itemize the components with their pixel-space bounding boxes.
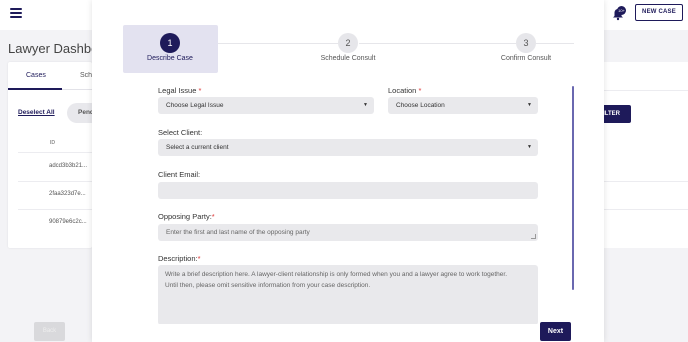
resize-handle[interactable]	[531, 234, 536, 239]
new-case-modal: 1 Describe Case 2 Schedule Consult 3 Con…	[92, 0, 604, 342]
page-title: Lawyer Dashboard	[8, 41, 92, 56]
row-divider	[18, 209, 92, 210]
tab-bar: Cases Sche	[8, 62, 92, 90]
legal-issue-value: Choose Legal Issue	[166, 102, 224, 109]
row-divider	[18, 181, 92, 182]
step-2-circle: 2	[338, 33, 358, 53]
legal-issue-label: Legal Issue *	[158, 86, 202, 95]
cases-card: Cases Sche Deselect All Pend ID adcd3b3b…	[8, 62, 92, 248]
step-3-circle: 3	[516, 33, 536, 53]
active-tab-indicator	[8, 88, 62, 90]
step-connector	[359, 43, 516, 44]
client-email-label: Client Email:	[158, 170, 201, 179]
client-email-field[interactable]	[158, 182, 538, 199]
description-placeholder-line: Write a brief description here. A lawyer…	[165, 271, 508, 278]
select-client-label: Select Client:	[158, 128, 203, 137]
step-2-label: Schedule Consult	[320, 55, 376, 62]
description-label: Description:*	[158, 254, 201, 263]
back-button[interactable]: Back	[34, 322, 65, 341]
row-divider	[18, 152, 92, 153]
tab-cases[interactable]: Cases	[26, 72, 46, 79]
step-1-circle: 1	[160, 33, 180, 53]
table-row[interactable]: 2faa323d7e...	[49, 191, 86, 197]
description-placeholder-line: Until then, please omit sensitive inform…	[165, 282, 371, 289]
step-3-label: Confirm Consult	[500, 55, 552, 62]
location-select[interactable]: Choose Location ▼	[388, 97, 538, 114]
opposing-party-field[interactable]: Enter the first and last name of the opp…	[158, 224, 538, 241]
chevron-down-icon: ▼	[363, 102, 368, 108]
form-scroll-area[interactable]: Legal Issue * Choose Legal Issue ▼ Locat…	[92, 78, 574, 324]
step-connector	[536, 43, 574, 44]
new-case-button[interactable]: NEW CASE	[635, 4, 683, 21]
step-connector	[218, 43, 338, 44]
scrollbar[interactable]	[572, 86, 574, 290]
description-textarea[interactable]: Write a brief description here. A lawyer…	[158, 265, 538, 324]
hamburger-menu-icon[interactable]	[10, 8, 22, 18]
column-header-id: ID	[50, 140, 55, 146]
chevron-down-icon: ▼	[527, 144, 532, 150]
opposing-party-label: Opposing Party:*	[158, 212, 215, 221]
location-label: Location *	[388, 86, 422, 95]
table-row[interactable]: 90879e6c2c...	[49, 219, 87, 225]
legal-issue-select[interactable]: Choose Legal Issue ▼	[158, 97, 374, 114]
tab-schedule[interactable]: Sche	[80, 72, 92, 79]
location-value: Choose Location	[396, 102, 445, 109]
notification-badge: 10+	[617, 6, 626, 15]
deselect-all-link[interactable]: Deselect All	[18, 109, 55, 116]
step-1-label: Describe Case	[147, 55, 193, 62]
opposing-party-placeholder: Enter the first and last name of the opp…	[166, 229, 310, 236]
pending-filter-pill[interactable]: Pend	[67, 103, 92, 123]
chevron-down-icon: ▼	[527, 102, 532, 108]
select-client-value: Select a current client	[166, 144, 229, 151]
select-client-select[interactable]: Select a current client ▼	[158, 139, 538, 156]
next-button[interactable]: Next	[540, 322, 571, 341]
table-row[interactable]: adcd3b3b21...	[49, 163, 87, 169]
